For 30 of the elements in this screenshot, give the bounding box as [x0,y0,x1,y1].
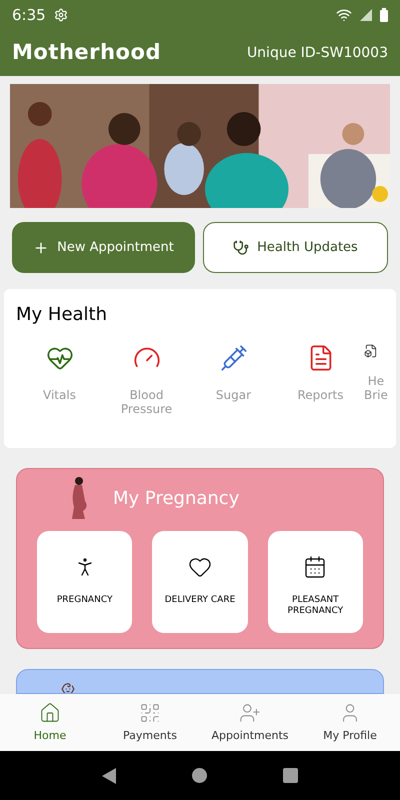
nav-tab[interactable]: My Profile [300,694,400,752]
pregnancy-tile[interactable]: PREGNANCY [37,531,132,634]
calendar-icon [303,555,328,580]
nav-tab[interactable]: Appointments [200,694,300,752]
baby-icon [61,682,75,694]
status-time: 6:35 [12,4,46,26]
unique-id: Unique ID-SW10003 [246,44,388,62]
section-title: My Health [16,303,108,327]
signal-icon [360,9,372,21]
pregnant-woman-icon [69,477,89,520]
battery-icon [380,8,388,22]
pregnancy-tile[interactable]: PLEASANT PREGNANCY [268,531,363,634]
wifi-icon [336,7,352,23]
qr-code-icon [139,702,161,724]
action-button[interactable]: New Appointment [12,222,195,273]
settings-icon [54,8,68,22]
add-user-icon [239,702,261,724]
stethoscope-icon [233,240,250,256]
document-icon [364,344,378,358]
app-title: Motherhood [12,39,161,66]
syringe-icon [220,344,248,372]
action-button[interactable]: Health Updates [203,222,388,273]
pregnancy-tile[interactable]: DELIVERY CARE [152,531,248,634]
home-circle-icon[interactable] [192,768,207,784]
section-title: My Pregnancy [113,486,240,511]
back-icon[interactable] [102,768,116,784]
nav-tab[interactable]: Home [0,694,100,752]
home-icon [39,702,61,724]
recents-icon[interactable] [283,768,298,784]
nav-tab[interactable]: Payments [100,694,200,752]
